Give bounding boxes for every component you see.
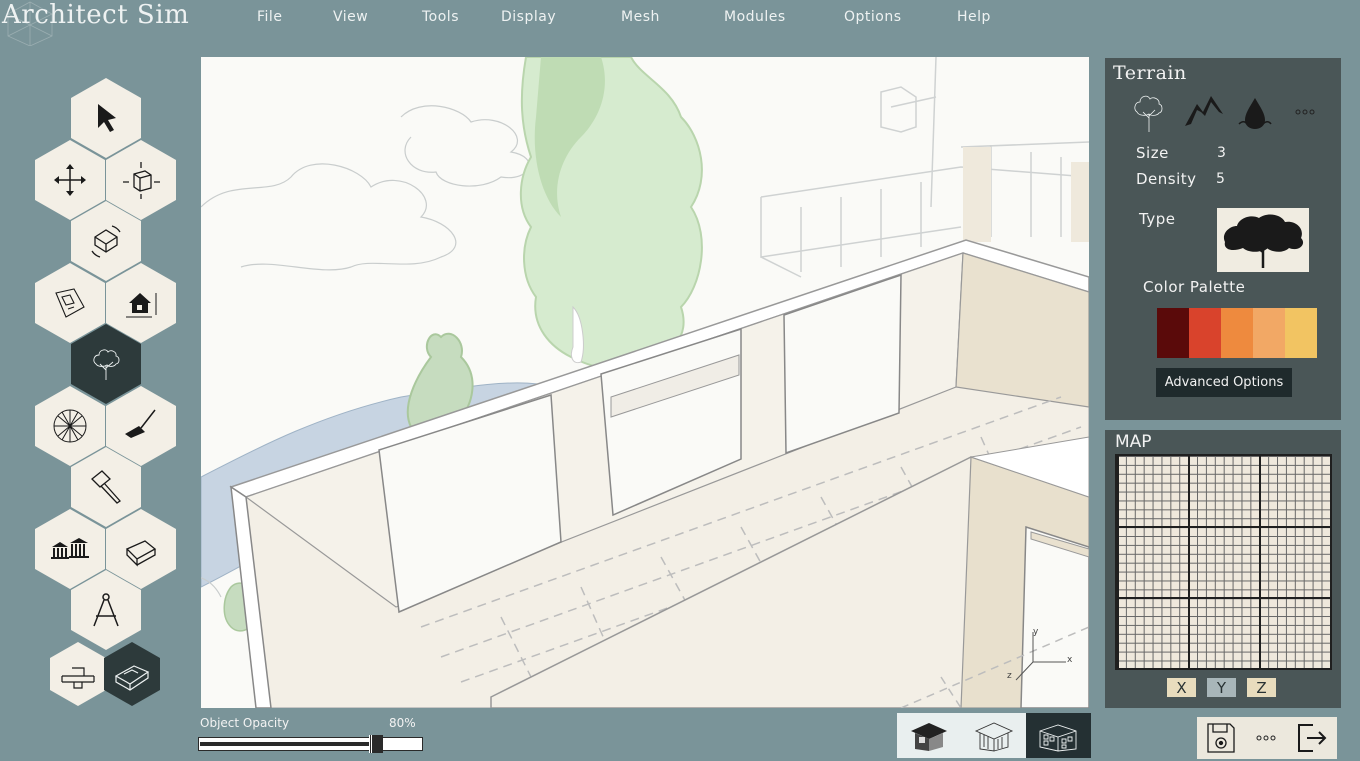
opacity-value: 80%	[389, 716, 416, 730]
rotate-cube-icon	[91, 225, 121, 258]
menu-file[interactable]: File	[257, 9, 282, 25]
save-button[interactable]	[1205, 721, 1237, 755]
palette-swatch-3[interactable]	[1221, 308, 1253, 358]
type-label: Type	[1139, 210, 1176, 228]
eraser-icon	[125, 540, 157, 567]
map-axis-y-button[interactable]: Y	[1207, 678, 1236, 697]
model-tool-button[interactable]	[104, 642, 160, 706]
geodesic-sphere-icon	[53, 409, 87, 443]
view-mode-switcher	[897, 713, 1091, 758]
view-mode-wireframe-button[interactable]	[962, 713, 1027, 758]
move-arrows-icon	[54, 164, 86, 196]
water-drop-icon	[1238, 98, 1272, 129]
exit-button[interactable]	[1295, 721, 1329, 755]
drafting-compass-icon	[93, 593, 119, 627]
shaded-house-icon	[911, 722, 948, 751]
view-mode-facade-button[interactable]	[1026, 713, 1091, 758]
terrain-panel: Terrain Size 3 Density 5 Type Color Pale…	[1105, 58, 1341, 420]
opacity-slider[interactable]	[198, 735, 423, 753]
app-title: Architect Sim	[2, 0, 190, 30]
3d-viewport[interactable]: y x z	[201, 57, 1089, 708]
cursor-arrow-icon	[98, 104, 116, 132]
opacity-slider-fill	[200, 742, 377, 746]
save-disk-icon	[1207, 723, 1235, 753]
size-value[interactable]: 3	[1217, 145, 1226, 161]
map-axis-x-button[interactable]: X	[1167, 678, 1196, 697]
model-tool-icon	[114, 665, 150, 691]
tree-silhouette-icon	[1223, 214, 1304, 268]
menu-modules[interactable]: Modules	[724, 9, 786, 25]
tree-icon	[1134, 95, 1163, 132]
density-value[interactable]: 5	[1216, 171, 1225, 187]
mountain-icon	[1185, 96, 1223, 126]
color-palette-label: Color Palette	[1143, 278, 1246, 296]
palette-swatch-4[interactable]	[1253, 308, 1285, 358]
paint-brush-icon	[125, 409, 156, 438]
map-panel: MAP X Y Z	[1105, 430, 1341, 708]
section-tool-button[interactable]	[50, 642, 106, 706]
menu-options[interactable]: Options	[844, 9, 902, 25]
axis-x-label: x	[1067, 655, 1073, 665]
wireframe-house-icon	[974, 722, 1013, 752]
map-axis-z-button[interactable]: Z	[1247, 678, 1276, 697]
tree-type-selector[interactable]	[1217, 208, 1309, 272]
menu-display[interactable]: Display	[501, 9, 556, 25]
facade-icon	[1040, 724, 1077, 751]
menu-mesh[interactable]: Mesh	[621, 9, 660, 25]
axis-y-label: y	[1033, 627, 1039, 637]
classical-buildings-icon	[51, 538, 89, 559]
more-options-button[interactable]	[1253, 728, 1279, 748]
terrain-tree-button[interactable]	[1129, 90, 1169, 134]
house-dimensions-icon	[126, 293, 157, 318]
menu-tools[interactable]: Tools	[422, 9, 459, 25]
advanced-options-button[interactable]: Advanced Options	[1156, 368, 1292, 397]
density-label: Density	[1136, 170, 1197, 188]
section-cut-icon	[61, 667, 95, 689]
tree-icon	[93, 349, 120, 380]
more-dots-icon	[1295, 109, 1315, 115]
palette-swatch-5[interactable]	[1285, 308, 1317, 358]
terrain-mountain-button[interactable]	[1183, 90, 1223, 134]
menu-view[interactable]: View	[333, 9, 368, 25]
more-dots-icon	[1256, 735, 1276, 741]
minimap-grid[interactable]	[1115, 454, 1332, 670]
bottom-action-bar	[1197, 717, 1337, 759]
terrain-panel-title: Terrain	[1113, 62, 1187, 84]
menu-help[interactable]: Help	[957, 9, 991, 25]
palette-swatch-1[interactable]	[1157, 308, 1189, 358]
terrain-more-button[interactable]	[1285, 90, 1325, 134]
color-palette[interactable]	[1157, 308, 1317, 358]
terrain-water-button[interactable]	[1235, 90, 1275, 134]
exit-door-icon	[1298, 724, 1327, 752]
floor-plan-icon	[55, 288, 85, 318]
map-title: MAP	[1115, 432, 1152, 452]
hammer-icon	[91, 470, 121, 504]
opacity-label: Object Opacity	[200, 716, 290, 730]
palette-swatch-2[interactable]	[1189, 308, 1221, 358]
architectural-scene	[201, 57, 1089, 708]
scale-cube-icon	[123, 162, 160, 199]
opacity-slider-handle[interactable]	[368, 735, 383, 753]
view-mode-shaded-button[interactable]	[897, 713, 962, 758]
size-label: Size	[1136, 144, 1169, 162]
axis-z-label: z	[1007, 671, 1012, 681]
